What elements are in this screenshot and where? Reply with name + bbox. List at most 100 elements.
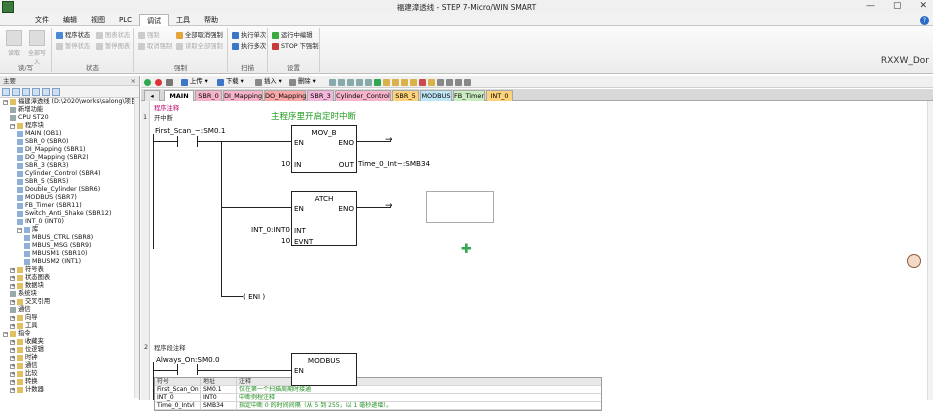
tree-tool-icon[interactable] (12, 88, 20, 96)
tree-item[interactable]: + 交叉引用 (10, 298, 50, 306)
tree-item[interactable]: INT_0 (INT0) (17, 218, 64, 226)
tree-item[interactable]: − 程序块 (10, 122, 44, 130)
expand-toggle-icon[interactable]: − (3, 99, 8, 105)
tab-do_mapping[interactable]: DO_Mapping (264, 90, 306, 101)
expand-toggle-icon[interactable]: + (10, 347, 15, 353)
tab-sbr_3[interactable]: SBR_3 (307, 90, 334, 101)
tab-int_0[interactable]: INT_0 (486, 90, 513, 101)
run-icon[interactable] (144, 77, 151, 87)
pause-chart-button[interactable]: 暂停图表 (96, 42, 130, 51)
delete-button[interactable]: 删除 ▾ (289, 77, 316, 87)
tree-item[interactable]: SBR_0 (SBR0) (17, 138, 68, 146)
unforce-button[interactable]: 取消强制 (138, 42, 172, 51)
tab-sbr_0[interactable]: SBR_0 (195, 90, 222, 101)
tree-item[interactable]: + 状态图表 (10, 274, 50, 282)
tree-item[interactable]: MBUS_MSG (SBR9) (24, 242, 91, 250)
expand-toggle-icon[interactable]: + (10, 355, 15, 361)
tree-item[interactable]: MBUS_CTRL (SBR8) (24, 234, 93, 242)
expand-toggle-icon[interactable]: + (10, 371, 15, 377)
tree-item[interactable]: 通信 (10, 306, 31, 314)
compile-icon[interactable] (166, 77, 173, 87)
maximize-button[interactable]: ▢ (893, 1, 902, 11)
expand-toggle-icon[interactable]: + (10, 267, 15, 273)
force-button[interactable]: 强制 (138, 31, 160, 40)
tab-modbus[interactable]: MODBUS (420, 90, 452, 101)
close-button[interactable]: ✕ (919, 1, 927, 11)
close-panel-icon[interactable]: × (131, 76, 136, 86)
tree-item[interactable]: − 指令 (3, 330, 31, 338)
atch-evnt-value[interactable]: 10 (281, 236, 290, 245)
stop-force-button[interactable]: STOP 下强制 (272, 42, 319, 51)
editor-scrollbar[interactable] (927, 101, 933, 400)
menu-edit[interactable]: 编辑 (56, 14, 84, 26)
table-status-button[interactable]: 图表状态 (96, 31, 130, 40)
tab-cylinder_control[interactable]: Cylinder_Control (335, 90, 391, 101)
atch-int-value[interactable]: INT_0:INT0 (251, 225, 290, 234)
menu-plc[interactable]: PLC (112, 14, 139, 26)
unforce-all-button[interactable]: 全部取消强制 (176, 31, 223, 40)
tree-tool-icon[interactable] (22, 88, 30, 96)
table-row[interactable]: Time_0_Intvl SMB34 指定中断 0 的时间间隔（从 5 到 25… (155, 402, 601, 410)
tree-tool-icon[interactable] (2, 88, 10, 96)
program-status-button[interactable]: 程序状态 (56, 31, 90, 40)
toolbar-icon-group[interactable] (329, 77, 471, 87)
tree-tool-icon[interactable] (52, 88, 60, 96)
tree-item[interactable]: + 时钟 (10, 354, 38, 362)
mov-b-in-value[interactable]: 10 (281, 159, 290, 168)
expand-toggle-icon[interactable]: + (10, 339, 15, 345)
expand-toggle-icon[interactable]: + (10, 283, 15, 289)
table-row[interactable]: First_Scan_On SM0.1 仅在第一个扫描周期时接通 (155, 386, 601, 394)
modbus-block[interactable]: MODBUS EN (291, 353, 357, 386)
tree-item[interactable]: + 计数器 (10, 386, 44, 394)
minimize-button[interactable]: — (866, 1, 875, 11)
program-comment[interactable]: 程序注释 (154, 103, 179, 112)
tree-item[interactable]: + 比较 (10, 370, 38, 378)
expand-toggle-icon[interactable]: + (10, 323, 15, 329)
mov-b-block[interactable]: MOV_B EN ENO IN OUT (291, 125, 357, 173)
tree-item[interactable]: DI_Mapping (SBR1) (17, 146, 86, 154)
menu-debug[interactable]: 调试 (139, 13, 170, 26)
mov-b-out-value[interactable]: Time_0_Int~:SMB34 (358, 159, 430, 168)
tree-item[interactable]: Switch_Anti_Shake (SBR12) (17, 210, 111, 218)
upload-button[interactable]: 上传 ▾ (181, 77, 208, 87)
expand-toggle-icon[interactable]: + (10, 315, 15, 321)
tree-item[interactable]: + 符号表 (10, 266, 44, 274)
execute-single-button[interactable]: 执行单次 (232, 31, 266, 40)
tree-item[interactable]: + 通信 (10, 362, 38, 370)
tree-item[interactable]: − 福建漳透线 (D:\2020\works\salong\项目) (3, 98, 139, 106)
tab-scroll-icon[interactable]: ◂ (144, 90, 160, 101)
tree-item[interactable]: − 库 (17, 226, 38, 234)
tree-item[interactable]: MBUSM1 (SBR10) (24, 250, 87, 258)
tree-item[interactable]: + 收藏夹 (10, 338, 44, 346)
help-icon[interactable]: ? (920, 16, 929, 25)
run-edit-button[interactable]: 运行中编辑 (272, 31, 312, 40)
tab-sbr_5[interactable]: SBR_5 (392, 90, 419, 101)
network-2-comment[interactable]: 程序段注释 (154, 343, 185, 352)
tree-item[interactable]: Double_Cylinder (SBR6) (17, 186, 100, 194)
pause-status-button[interactable]: 暂停状态 (56, 42, 90, 51)
write-all-button[interactable]: 全部写入 (26, 30, 48, 66)
menu-tools[interactable]: 工具 (169, 14, 197, 26)
tree-item[interactable]: MAIN (OB1) (17, 130, 62, 138)
empty-instruction-box[interactable] (426, 191, 494, 223)
tree-tool-icon[interactable] (32, 88, 40, 96)
download-button[interactable]: 下载 ▾ (217, 77, 244, 87)
expand-toggle-icon[interactable]: + (10, 363, 15, 369)
tree-item[interactable]: SBR_5 (SBR5) (17, 178, 68, 186)
menu-help[interactable]: 帮助 (197, 14, 225, 26)
tree-item[interactable]: Cylinder_Control (SBR4) (17, 170, 101, 178)
stop-icon[interactable] (155, 77, 162, 87)
expand-toggle-icon[interactable]: + (10, 299, 15, 305)
atch-block[interactable]: ATCH EN ENO INT EVNT (291, 191, 357, 246)
tree-item[interactable]: + 位逻辑 (10, 346, 44, 354)
tree-item[interactable]: + 向导 (10, 314, 38, 322)
tree-item[interactable]: DO_Mapping (SBR2) (17, 154, 89, 162)
tree-item[interactable]: FB_Timer (SBR11) (17, 202, 82, 210)
expand-toggle-icon[interactable]: + (10, 379, 15, 385)
tree-item[interactable]: + 转换 (10, 378, 38, 386)
expand-toggle-icon[interactable]: + (10, 387, 15, 393)
expand-toggle-icon[interactable]: + (10, 275, 15, 281)
tree-item[interactable]: MBUSM2 (INT1) (24, 258, 81, 266)
table-row[interactable]: INT_0 INT0 中断例程注释 (155, 394, 601, 402)
tree-tool-icon[interactable] (42, 88, 50, 96)
